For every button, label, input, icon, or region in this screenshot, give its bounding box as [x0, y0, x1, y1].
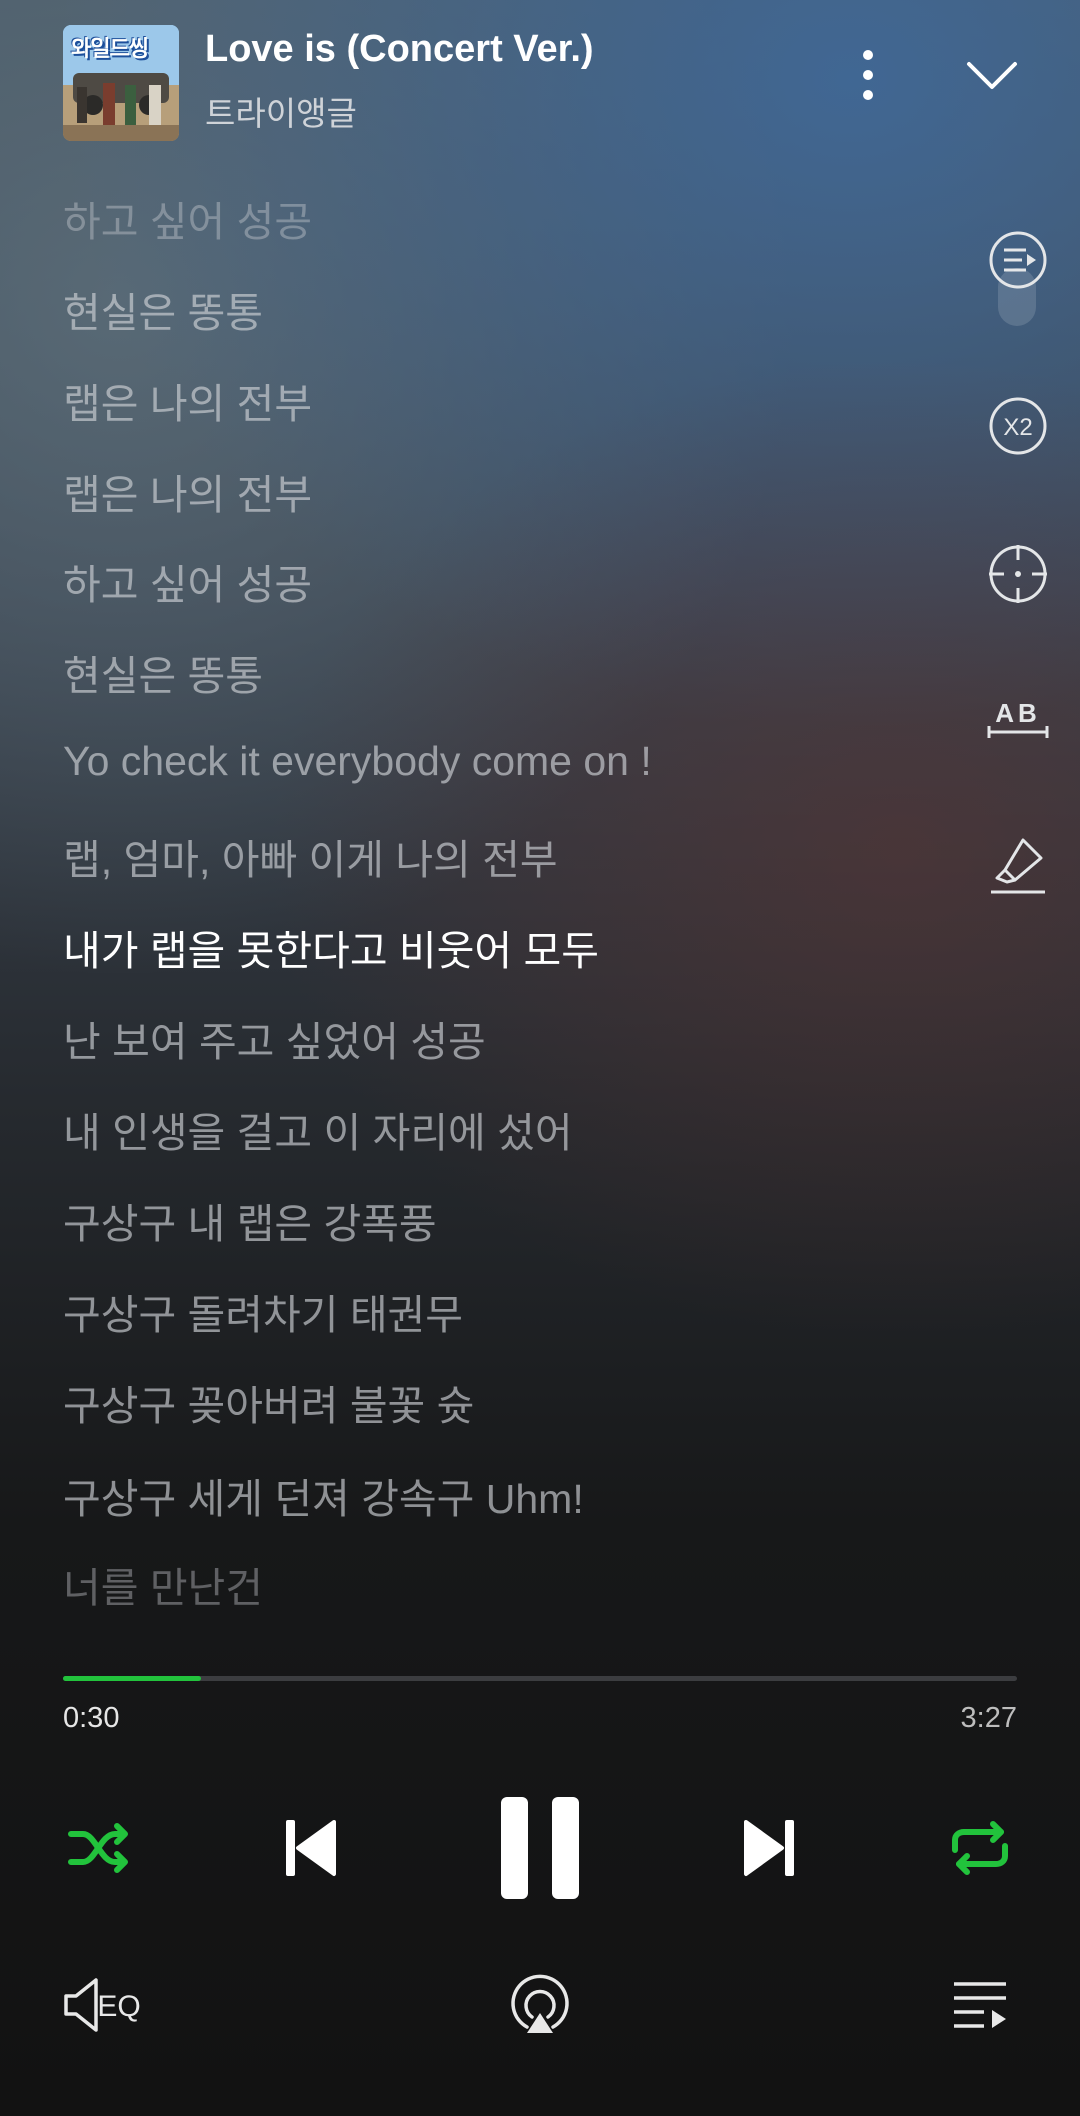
lyric-line[interactable]: 랩은 나의 전부	[63, 461, 312, 521]
playlist-button[interactable]	[940, 1974, 1020, 2038]
lyric-line[interactable]: Yo check it everybody come on !	[63, 738, 652, 785]
artist-name[interactable]: 트라이앵글	[205, 87, 357, 135]
more-vert-icon	[863, 50, 873, 100]
speed-x2-button[interactable]: X2	[978, 386, 1058, 466]
elapsed-time: 0:30	[63, 1702, 120, 1734]
sync-position-button[interactable]	[978, 534, 1058, 614]
lyric-line[interactable]: 구상구 돌려차기 태권무	[63, 1281, 463, 1341]
eq-button[interactable]: EQ	[60, 1974, 144, 2036]
highlight-button[interactable]	[978, 827, 1058, 907]
lyrics-list-icon	[989, 231, 1047, 289]
font-size-label: AB	[995, 698, 1041, 728]
shuffle-button[interactable]	[58, 1812, 142, 1884]
lyric-line[interactable]: 현실은 똥통	[63, 279, 263, 339]
song-title: Love is (Concert Ver.)	[205, 28, 594, 70]
pause-button[interactable]	[490, 1786, 590, 1910]
lyric-line[interactable]: 내 인생을 걸고 이 자리에 섰어	[63, 1099, 573, 1159]
repeat-icon	[952, 1821, 1008, 1875]
lyric-line[interactable]: 난 보여 주고 싶었어 성공	[63, 1008, 486, 1068]
crosshair-icon	[989, 545, 1047, 603]
lyric-line[interactable]: 구상구 꽂아버려 불꽃 슛	[63, 1372, 474, 1432]
lyric-line[interactable]: 구상구 내 랩은 강폭풍	[63, 1190, 437, 1250]
more-options-button[interactable]	[845, 45, 891, 105]
shuffle-icon	[68, 1823, 128, 1873]
lyric-line[interactable]: 현실은 똥통	[63, 642, 263, 702]
eq-icon: EQ	[64, 1978, 141, 2032]
lyric-line[interactable]: 하고 싶어 성공	[63, 551, 312, 611]
cast-icon	[511, 1974, 569, 2033]
previous-button[interactable]	[270, 1808, 350, 1888]
lyric-line[interactable]: 하고 싶어 성공	[63, 188, 312, 248]
lyric-line-current[interactable]: 내가 랩을 못한다고 비웃어 모두	[63, 917, 599, 977]
skip-previous-icon	[286, 1820, 336, 1876]
total-duration: 3:27	[960, 1702, 1017, 1734]
highlighter-icon	[991, 838, 1045, 894]
font-size-icon: AB	[987, 698, 1049, 738]
playlist-icon	[954, 1982, 1006, 2028]
speed-x2-icon: X2	[989, 397, 1047, 455]
cast-button[interactable]	[500, 1970, 580, 2042]
skip-next-icon	[744, 1820, 794, 1876]
progress-track[interactable]	[63, 1676, 1017, 1681]
lyric-line[interactable]: 너를 만난건	[63, 1554, 263, 1614]
album-art-logo: 와일드씽	[71, 36, 149, 61]
lyric-line[interactable]: 랩, 엄마, 아빠 이게 나의 전부	[63, 826, 558, 886]
font-size-button[interactable]: AB	[978, 680, 1058, 760]
eq-label: EQ	[97, 1990, 140, 2023]
chevron-down-icon	[967, 62, 1017, 89]
album-art[interactable]: 와일드씽	[63, 25, 179, 141]
collapse-button[interactable]	[960, 50, 1024, 100]
lyric-line[interactable]: 구상구 세게 던져 강속구 Uhm!	[63, 1465, 584, 1525]
next-button[interactable]	[730, 1808, 810, 1888]
pause-icon	[501, 1797, 579, 1899]
progress-fill	[63, 1676, 202, 1681]
lyric-line[interactable]: 랩은 나의 전부	[63, 370, 312, 430]
lyrics-list-button[interactable]	[978, 220, 1058, 300]
repeat-button[interactable]	[938, 1812, 1022, 1884]
speed-x2-label: X2	[1003, 414, 1032, 441]
